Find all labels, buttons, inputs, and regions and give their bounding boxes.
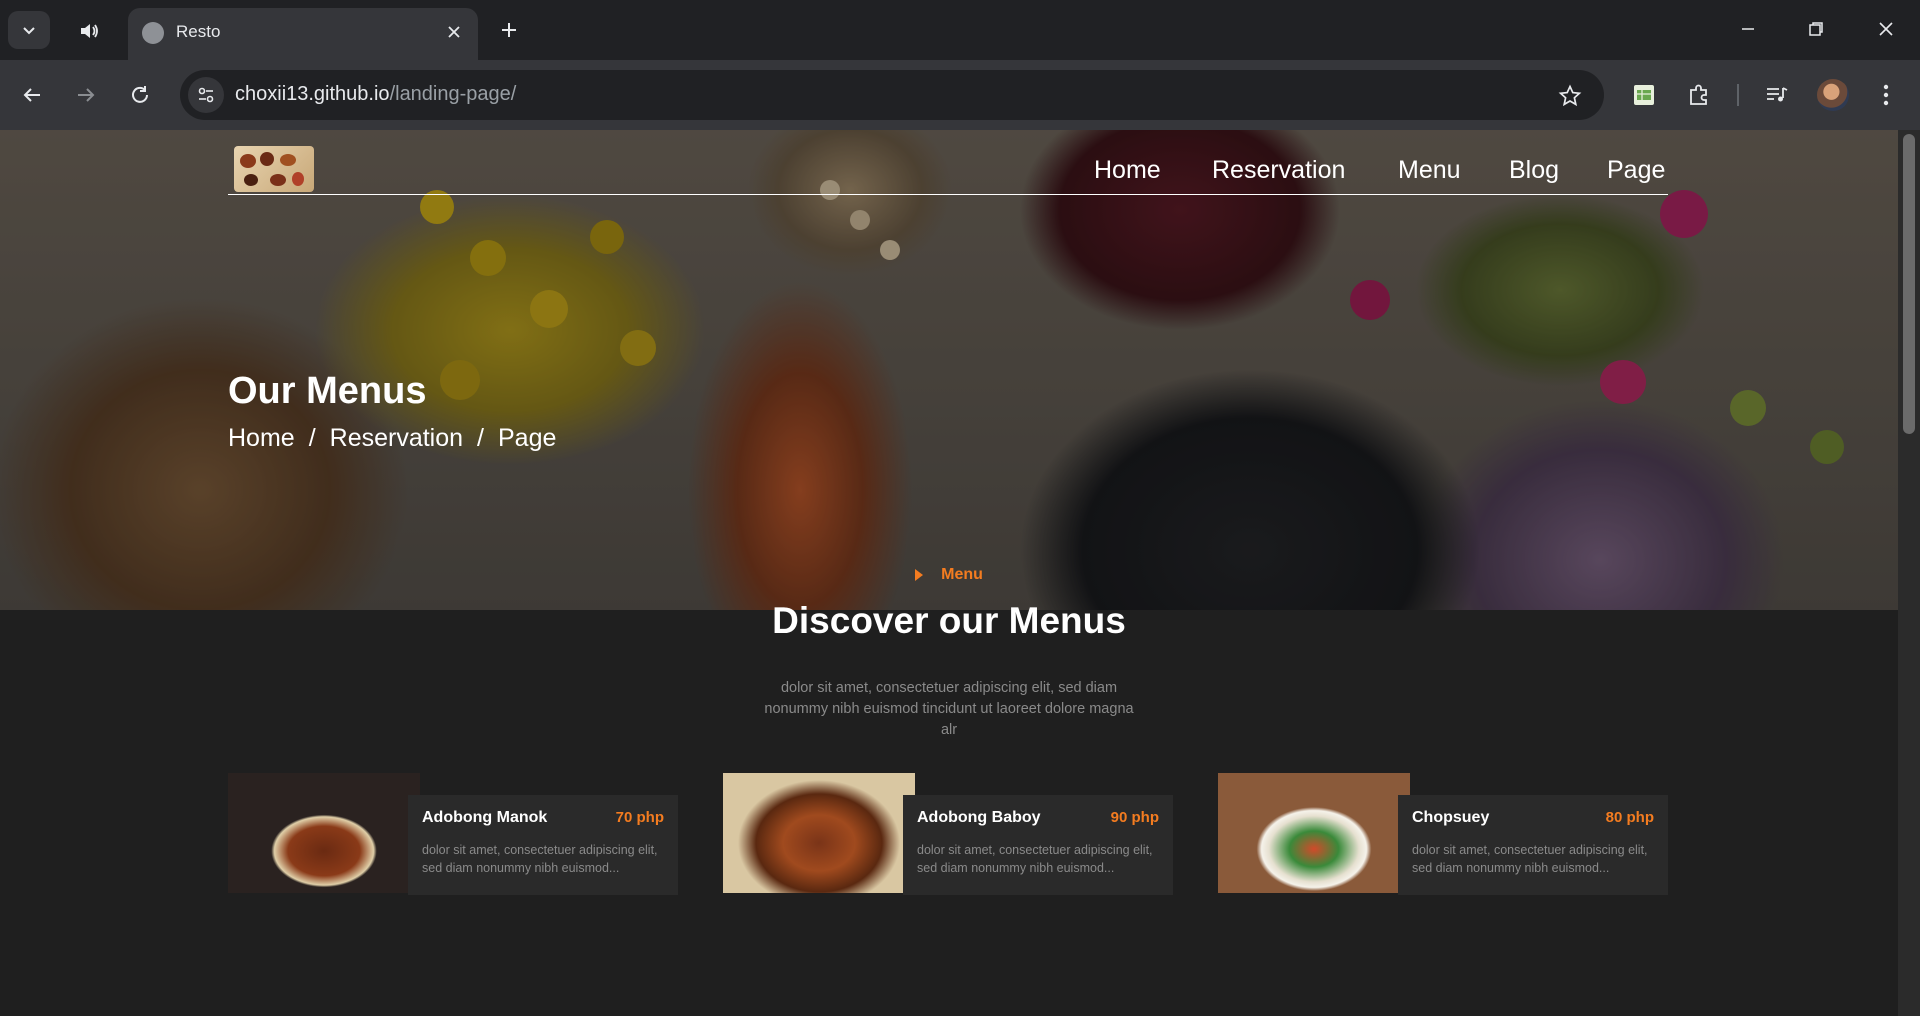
dish-description: dolor sit amet, consectetuer adipiscing … [1412, 843, 1648, 875]
caret-right-icon [915, 569, 924, 581]
card-body: Chopsuey 80 php dolor sit amet, consecte… [1398, 795, 1668, 895]
nav-page[interactable]: Page [1607, 156, 1665, 185]
puzzle-icon [1690, 84, 1707, 105]
dish-description: dolor sit amet, consectetuer adipiscing … [917, 843, 1153, 875]
card-body: Adobong Baboy 90 php dolor sit amet, con… [903, 795, 1173, 895]
star-icon [1558, 84, 1582, 107]
browser-toolbar: choxii13.github.io/landing-page/ [0, 60, 1920, 130]
dish-name: Chopsuey [1412, 809, 1490, 826]
globe-icon [142, 22, 164, 44]
breadcrumb-separator: / [308, 424, 316, 452]
menu-card[interactable]: Chopsuey 80 php dolor sit amet, consecte… [1218, 773, 1668, 895]
tune-icon [198, 87, 214, 103]
back-button[interactable] [14, 77, 50, 113]
logo-art [270, 174, 286, 186]
tab-search-button[interactable] [8, 11, 50, 49]
hero-banner: Home Reservation Menu Blog Page Our Menu… [0, 130, 1898, 610]
active-tab[interactable]: Resto [128, 8, 478, 60]
site-logo[interactable] [234, 146, 314, 192]
adobong-baboy-image [723, 773, 915, 893]
tab-title: Resto [176, 22, 221, 41]
page-title: Our Menus [228, 370, 427, 412]
browser-menu-button[interactable] [1868, 77, 1904, 113]
nav-home[interactable]: Home [1094, 156, 1161, 185]
card-body: Adobong Manok 70 php dolor sit amet, con… [408, 795, 678, 895]
close-icon [448, 26, 460, 38]
restore-icon [1809, 22, 1823, 36]
breadcrumb: Home / Reservation / Page [228, 424, 570, 453]
logo-art [280, 154, 296, 166]
back-arrow-icon [23, 88, 40, 102]
web-page: Home Reservation Menu Blog Page Our Menu… [0, 130, 1898, 1016]
speaker-icon [81, 24, 98, 38]
tab-close-button[interactable] [440, 18, 468, 46]
section-description: dolor sit amet, consectetuer adipiscing … [764, 680, 1134, 738]
nav-reservation[interactable]: Reservation [1212, 156, 1345, 185]
url-path: /landing-page/ [389, 83, 517, 105]
profile-avatar[interactable] [1817, 79, 1849, 111]
menu-card[interactable]: Adobong Manok 70 php dolor sit amet, con… [228, 773, 678, 895]
breadcrumb-reservation[interactable]: Reservation [330, 424, 463, 452]
reload-button[interactable] [122, 77, 158, 113]
url-text[interactable]: choxii13.github.io/landing-page/ [235, 83, 516, 106]
chevron-down-icon [23, 27, 35, 35]
site-info-button[interactable] [188, 77, 224, 113]
forward-arrow-icon [78, 88, 95, 102]
dish-price: 80 php [1605, 809, 1654, 826]
plus-icon [502, 23, 516, 37]
toolbar-divider [1737, 84, 1739, 106]
kebab-menu-icon [1883, 84, 1889, 106]
breadcrumb-page[interactable]: Page [498, 424, 556, 452]
dish-description: dolor sit amet, consectetuer adipiscing … [422, 843, 658, 875]
dish-price: 90 php [1110, 809, 1159, 826]
minimize-icon [1742, 28, 1754, 30]
url-host: choxii13.github.io [235, 83, 390, 105]
dish-name: Adobong Baboy [917, 809, 1041, 826]
close-window-button[interactable] [1858, 8, 1914, 50]
minimize-button[interactable] [1720, 8, 1776, 50]
chopsuey-image [1218, 773, 1410, 893]
nav-menu[interactable]: Menu [1398, 156, 1461, 185]
nav-blog[interactable]: Blog [1509, 156, 1559, 185]
bookmark-button[interactable] [1556, 82, 1584, 110]
breadcrumb-home[interactable]: Home [228, 424, 295, 452]
menu-card[interactable]: Adobong Baboy 90 php dolor sit amet, con… [723, 773, 1173, 895]
media-control-icon [1767, 87, 1788, 102]
tab-strip: Resto [0, 0, 1920, 60]
logo-art [292, 172, 304, 186]
dish-name: Adobong Manok [422, 809, 548, 826]
nav-divider [228, 194, 1668, 195]
logo-art [240, 154, 256, 168]
logo-art [244, 174, 258, 186]
tab-audio-button[interactable] [72, 14, 106, 48]
adobong-manok-image [228, 773, 420, 893]
restore-button[interactable] [1788, 8, 1844, 50]
section-tag-label: Menu [941, 566, 983, 583]
reload-icon [132, 86, 148, 103]
extensions-button[interactable] [1681, 77, 1717, 113]
section-tag: Menu [0, 566, 1898, 584]
dish-price: 70 php [615, 809, 664, 826]
scrollbar-thumb[interactable] [1903, 134, 1915, 434]
new-tab-button[interactable] [492, 13, 526, 47]
forward-button[interactable] [68, 77, 104, 113]
address-bar[interactable]: choxii13.github.io/landing-page/ [180, 70, 1604, 120]
sheets-extension-icon [1634, 85, 1654, 105]
section-title: Discover our Menus [772, 600, 1126, 641]
page-scrollbar[interactable] [1898, 130, 1920, 1016]
close-icon [1879, 22, 1893, 36]
logo-art [260, 152, 274, 166]
media-control-button[interactable] [1759, 77, 1795, 113]
sheets-extension-button[interactable] [1626, 77, 1662, 113]
breadcrumb-separator: / [477, 424, 484, 452]
